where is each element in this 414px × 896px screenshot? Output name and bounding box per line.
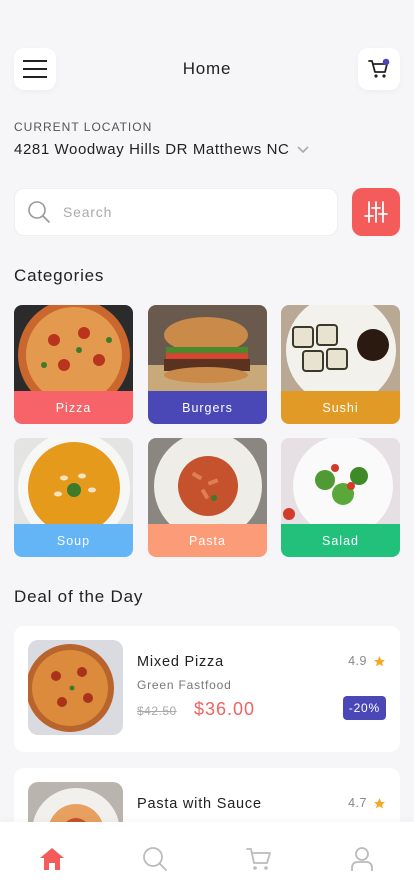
search-input[interactable]	[63, 204, 303, 220]
bottom-nav	[0, 822, 414, 896]
rating-value: 4.9	[348, 654, 367, 668]
cart-badge	[382, 58, 390, 66]
star-icon	[373, 655, 386, 668]
deal-name: Mixed Pizza	[137, 654, 224, 670]
deal-name: Pasta with Sauce	[137, 796, 262, 812]
deals-title: Deal of the Day	[14, 587, 144, 606]
category-burgers[interactable]: Burgers	[148, 305, 267, 424]
category-label: Sushi	[281, 391, 400, 424]
categories-title: Categories	[14, 266, 105, 285]
search-icon	[143, 847, 168, 871]
profile-icon	[351, 847, 374, 871]
location-value: 4281 Woodway Hills DR Matthews NC	[14, 141, 290, 158]
deal-rating: 4.7	[348, 796, 386, 810]
nav-cart[interactable]	[234, 834, 284, 884]
cart-button[interactable]	[358, 48, 400, 90]
rating-value: 4.7	[348, 796, 367, 810]
star-icon	[373, 797, 386, 810]
nav-home[interactable]	[27, 834, 77, 884]
sushi-image	[281, 305, 400, 391]
category-label: Salad	[281, 524, 400, 557]
category-label: Soup	[14, 524, 133, 557]
deal-old-price: $42.50	[137, 704, 177, 718]
cart-icon	[245, 848, 271, 870]
nav-search[interactable]	[130, 834, 180, 884]
deal-card[interactable]: Mixed Pizza Green Fastfood $42.50 $36.00…	[14, 626, 400, 752]
search-bar[interactable]	[14, 188, 338, 236]
discount-badge: -20%	[342, 696, 386, 720]
filter-button[interactable]	[352, 188, 400, 236]
page-title: Home	[182, 59, 232, 78]
category-pasta[interactable]: Pasta	[148, 438, 267, 557]
pizza-image	[14, 305, 133, 391]
burger-image	[148, 305, 267, 391]
category-label: Burgers	[148, 391, 267, 424]
location-selector[interactable]: 4281 Woodway Hills DR Matthews NC	[14, 141, 310, 158]
home-icon	[39, 848, 64, 870]
location-label: CURRENT LOCATION	[14, 120, 153, 134]
category-sushi[interactable]: Sushi	[281, 305, 400, 424]
deal-image	[28, 640, 123, 735]
category-salad[interactable]: Salad	[281, 438, 400, 557]
menu-button[interactable]	[14, 48, 56, 90]
nav-profile[interactable]	[337, 834, 387, 884]
deal-subtitle: Green Fastfood	[137, 678, 232, 692]
cart-icon	[368, 58, 390, 78]
deal-price: $36.00	[194, 699, 256, 719]
deal-rating: 4.9	[348, 654, 386, 668]
top-bar: Home	[14, 48, 400, 90]
sliders-icon	[364, 201, 388, 223]
pasta-image	[148, 438, 267, 524]
salad-image	[281, 438, 400, 524]
hamburger-menu-icon	[23, 60, 47, 78]
category-label: Pasta	[148, 524, 267, 557]
soup-image	[14, 438, 133, 524]
search-icon	[28, 201, 50, 223]
category-pizza[interactable]: Pizza	[14, 305, 133, 424]
category-label: Pizza	[14, 391, 133, 424]
chevron-down-icon	[297, 145, 310, 154]
category-soup[interactable]: Soup	[14, 438, 133, 557]
